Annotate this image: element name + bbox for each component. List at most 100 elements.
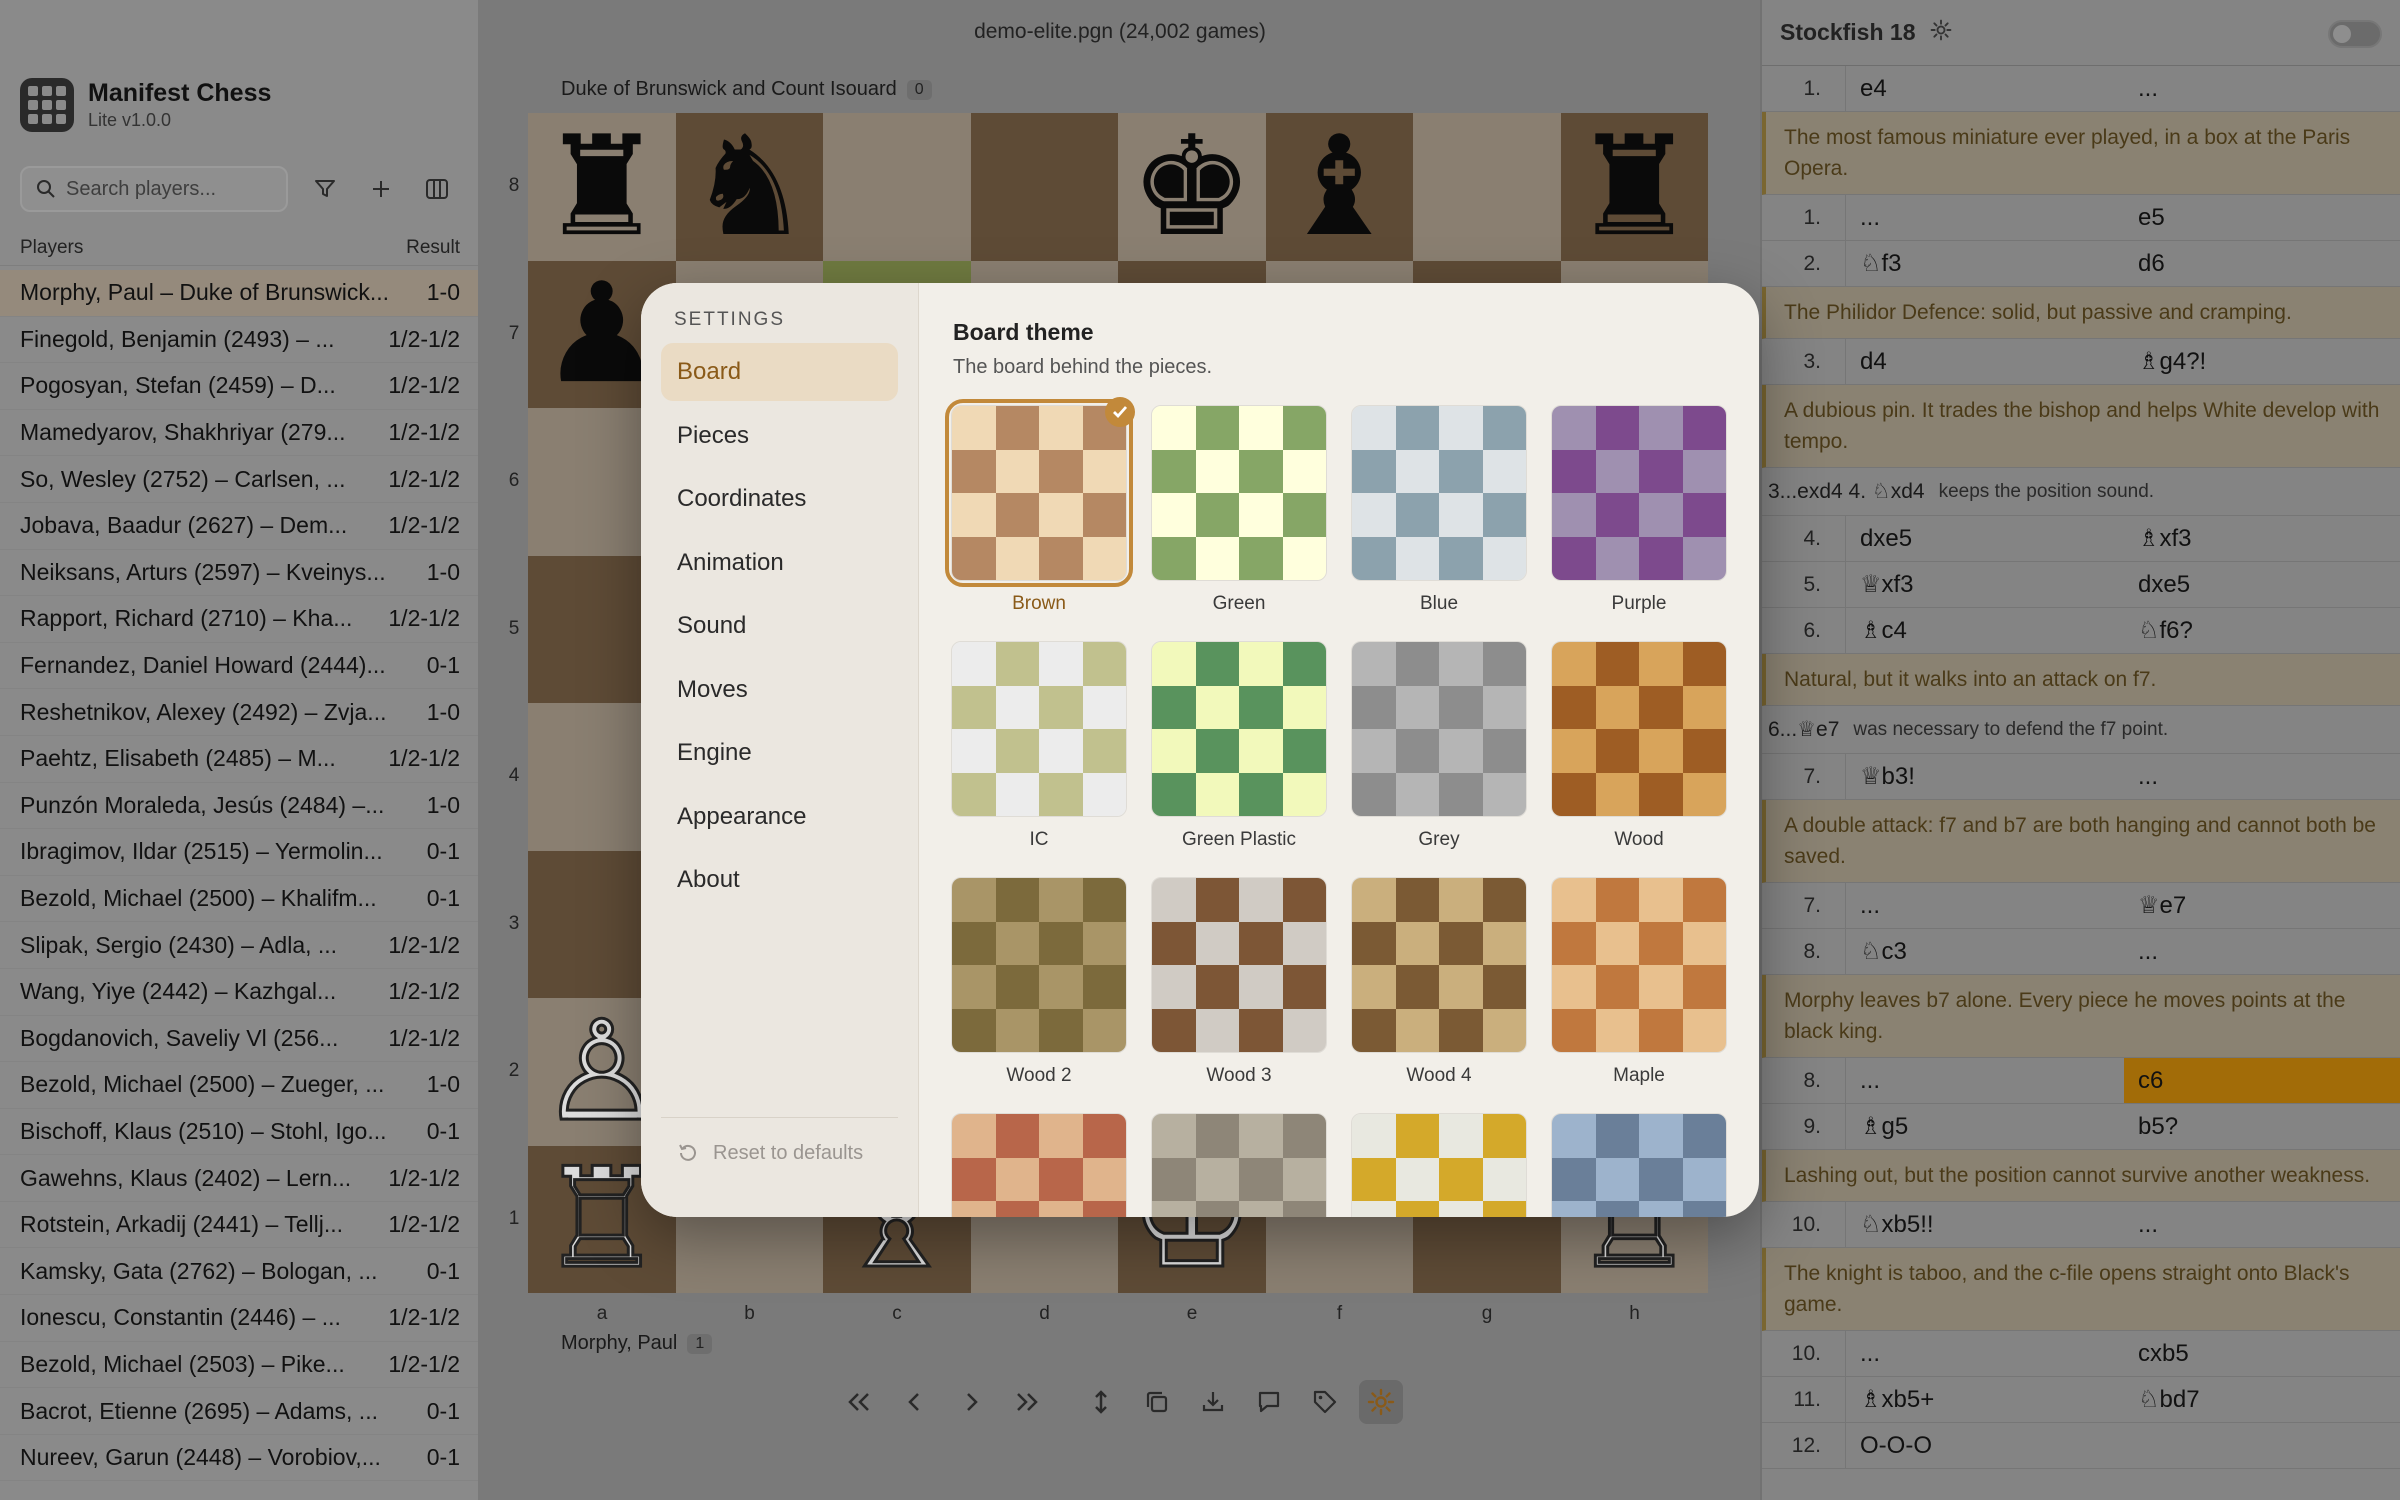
player-row[interactable]: Ionescu, Constantin (2446) – ... 1/2-1/2 <box>0 1295 478 1342</box>
white-move[interactable]: ♗g5 <box>1846 1104 2124 1149</box>
board-theme-option[interactable]: Wood 3 <box>1151 877 1327 1089</box>
theme-swatch-frame[interactable] <box>951 1113 1127 1217</box>
columns-button[interactable] <box>418 170 456 208</box>
move-comment[interactable]: Morphy leaves b7 alone. Every piece he m… <box>1762 975 2400 1058</box>
player-row[interactable]: Nureev, Garun (2448) – Vorobiov,... 0-1 <box>0 1434 478 1482</box>
move-comment[interactable]: Natural, but it walks into an attack on … <box>1762 654 2400 706</box>
black-move[interactable]: b5? <box>2124 1104 2400 1149</box>
player-row[interactable]: Kamsky, Gata (2762) – Bologan, ... 0-1 <box>0 1248 478 1296</box>
tag-button[interactable] <box>1303 1380 1347 1424</box>
player-row[interactable]: Wang, Yiye (2442) – Kazhgal... 1/2-1/2 <box>0 968 478 1016</box>
player-row[interactable]: Slipak, Sergio (2430) – Adla, ... 1/2-1/2 <box>0 922 478 969</box>
player-row[interactable]: Bezold, Michael (2500) – Zueger, ... 1-0 <box>0 1062 478 1109</box>
board-theme-option[interactable]: Wood <box>1551 641 1727 853</box>
chess-piece-b8[interactable]: ♞ <box>687 117 811 256</box>
theme-swatch-frame[interactable] <box>1151 405 1327 581</box>
theme-swatch-frame[interactable] <box>1551 877 1727 1053</box>
player-row[interactable]: Ibragimov, Ildar (2515) – Yermolin... 0-1 <box>0 829 478 876</box>
player-row[interactable]: Morphy, Paul – Duke of Brunswick... 1-0 <box>0 270 478 317</box>
board-theme-option[interactable]: Green <box>1151 405 1327 617</box>
black-move[interactable]: ♗xf3 <box>2124 516 2400 561</box>
black-move[interactable]: ... <box>2124 66 2400 111</box>
player-row[interactable]: Bezold, Michael (2503) – Pike... 1/2-1/2 <box>0 1341 478 1389</box>
white-move[interactable]: ♘xb5!! <box>1846 1202 2124 1247</box>
reset-defaults-button[interactable]: Reset to defaults <box>677 1133 863 1173</box>
settings-nav-about[interactable]: About <box>661 851 898 909</box>
search-input[interactable] <box>66 177 266 201</box>
black-move[interactable]: ♘f6? <box>2124 608 2400 653</box>
comment-button[interactable] <box>1247 1380 1291 1424</box>
black-move[interactable] <box>2124 1423 2400 1468</box>
add-game-button[interactable] <box>362 170 400 208</box>
download-button[interactable] <box>1191 1380 1235 1424</box>
board-theme-option[interactable] <box>951 1113 1127 1217</box>
board-theme-option[interactable]: Green Plastic <box>1151 641 1327 853</box>
move-comment[interactable]: Lashing out, but the position cannot sur… <box>1762 1150 2400 1202</box>
settings-nav-pieces[interactable]: Pieces <box>661 407 898 465</box>
board-theme-option[interactable]: IC <box>951 641 1127 853</box>
result-column-header[interactable]: Result <box>406 237 460 259</box>
black-move[interactable]: ... <box>2124 1202 2400 1247</box>
black-move[interactable]: ... <box>2124 754 2400 799</box>
board-square-b8[interactable]: ♞ <box>675 113 823 261</box>
player-row[interactable]: Rotstein, Arkadij (2441) – Tellj... 1/2-1… <box>0 1201 478 1249</box>
white-move[interactable]: ♗xb5+ <box>1846 1377 2124 1422</box>
white-move[interactable]: ... <box>1846 195 2124 240</box>
theme-swatch-frame[interactable] <box>951 877 1127 1053</box>
white-move[interactable]: ♘f3 <box>1846 241 2124 286</box>
board-theme-option[interactable]: Brown <box>945 397 1135 617</box>
theme-swatch-frame[interactable] <box>1551 405 1727 581</box>
settings-nav-animation[interactable]: Animation <box>661 534 898 592</box>
theme-swatch-frame[interactable] <box>1551 1113 1727 1217</box>
theme-swatch-frame[interactable] <box>1351 641 1527 817</box>
first-move-button[interactable] <box>837 1380 881 1424</box>
black-move[interactable]: ♗g4?! <box>2124 339 2400 384</box>
player-row[interactable]: Rapport, Richard (2710) – Kha... 1/2-1/2 <box>0 596 478 643</box>
players-column-header[interactable]: Players <box>20 237 83 259</box>
board-theme-option[interactable] <box>1351 1113 1527 1217</box>
flip-board-button[interactable] <box>1079 1380 1123 1424</box>
prev-move-button[interactable] <box>893 1380 937 1424</box>
white-move[interactable]: ... <box>1846 883 2124 928</box>
player-row[interactable]: Bezold, Michael (2500) – Khalifm... 0-1 <box>0 875 478 923</box>
variation-moves[interactable]: 6...♕e7 <box>1768 717 1839 742</box>
move-comment[interactable]: The knight is taboo, and the c-file open… <box>1762 1248 2400 1331</box>
black-move[interactable]: d6 <box>2124 241 2400 286</box>
white-move[interactable]: ♕xf3 <box>1846 562 2124 607</box>
engine-settings-button[interactable] <box>1930 19 1952 46</box>
move-comment[interactable]: The most famous miniature ever played, i… <box>1762 112 2400 195</box>
variation-moves[interactable]: 3...exd4 4. ♘xd4 <box>1768 479 1925 504</box>
player-row[interactable]: Paehtz, Elisabeth (2485) – M... 1/2-1/2 <box>0 735 478 783</box>
player-row[interactable]: Bogdanovich, Saveliy Vl (256... 1/2-1/2 <box>0 1015 478 1063</box>
chess-piece-f8[interactable]: ♝ <box>1277 117 1401 256</box>
board-theme-option[interactable] <box>1151 1113 1327 1217</box>
player-row[interactable]: Reshetnikov, Alexey (2492) – Zvja... 1-0 <box>0 689 478 736</box>
theme-swatch-frame[interactable] <box>1351 405 1527 581</box>
board-square-f8[interactable]: ♝ <box>1265 113 1413 261</box>
theme-swatch-frame[interactable] <box>945 397 1135 587</box>
black-move[interactable]: cxb5 <box>2124 1331 2400 1376</box>
theme-swatch-frame[interactable] <box>1151 1113 1327 1217</box>
settings-button[interactable] <box>1359 1380 1403 1424</box>
black-move[interactable]: c6 <box>2124 1058 2400 1103</box>
player-row[interactable]: Finegold, Benjamin (2493) – ... 1/2-1/2 <box>0 316 478 364</box>
player-row[interactable]: Mamedyarov, Shakhriyar (279... 1/2-1/2 <box>0 409 478 457</box>
board-theme-option[interactable]: Purple <box>1551 405 1727 617</box>
board-theme-option[interactable]: Wood 2 <box>951 877 1127 1089</box>
last-move-button[interactable] <box>1005 1380 1049 1424</box>
move-comment[interactable]: The Philidor Defence: solid, but passive… <box>1762 287 2400 339</box>
white-move[interactable]: ♘c3 <box>1846 929 2124 974</box>
black-move[interactable]: ... <box>2124 929 2400 974</box>
black-move[interactable]: ♘bd7 <box>2124 1377 2400 1422</box>
settings-nav-engine[interactable]: Engine <box>661 724 898 782</box>
white-move[interactable]: ♕b3! <box>1846 754 2124 799</box>
theme-swatch-frame[interactable] <box>1351 1113 1527 1217</box>
board-theme-option[interactable]: Wood 4 <box>1351 877 1527 1089</box>
search-box[interactable] <box>20 166 288 212</box>
move-comment[interactable]: A dubious pin. It trades the bishop and … <box>1762 385 2400 468</box>
settings-nav-sound[interactable]: Sound <box>661 597 898 655</box>
player-row[interactable]: So, Wesley (2752) – Carlsen, ... 1/2-1/2 <box>0 456 478 503</box>
black-move[interactable]: ♕e7 <box>2124 883 2400 928</box>
board-square-c8[interactable] <box>823 113 971 261</box>
white-move[interactable]: O-O-O <box>1846 1423 2124 1468</box>
